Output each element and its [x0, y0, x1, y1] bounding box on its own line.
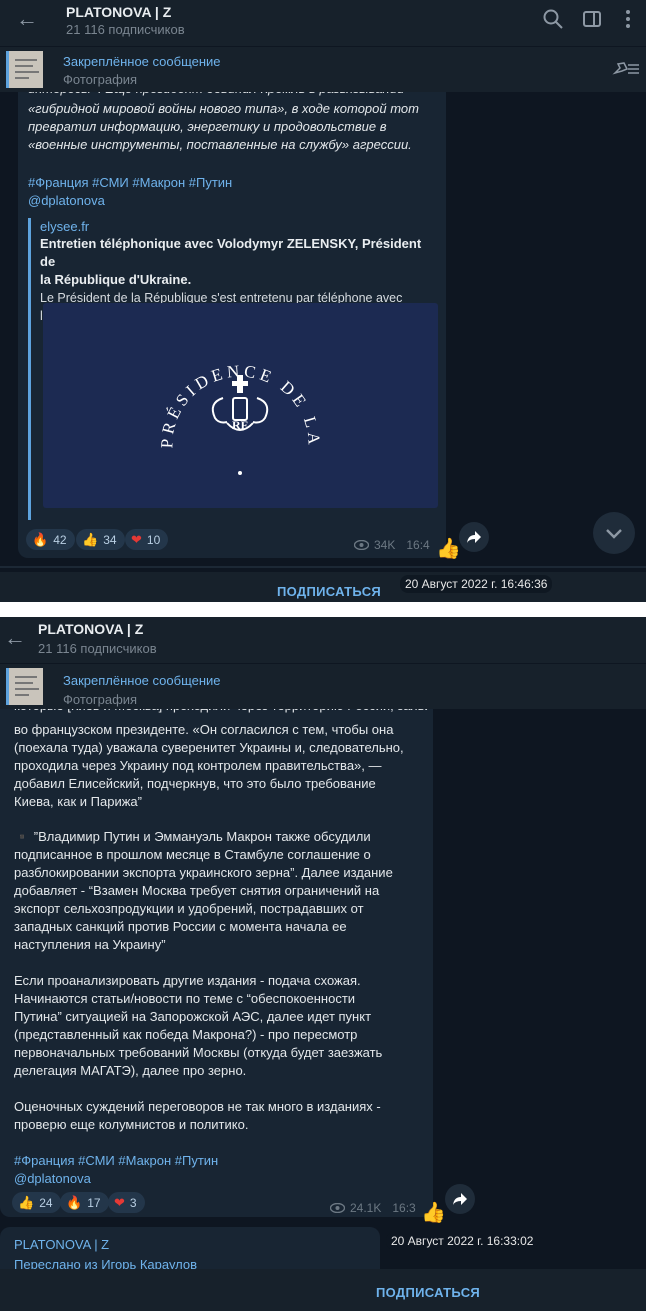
more-options-icon[interactable] [617, 8, 639, 30]
message-paragraph-2: ▪️ ”Владимир Путин и Эммануэль Макрон та… [14, 829, 393, 952]
date-tooltip: 20 Август 2022 г. 16:46:36 [400, 575, 553, 593]
reaction-heart[interactable]: ❤ 10 [125, 529, 169, 550]
presidence-seal-logo: PRÉSIDENCE DE LA RÉPUBLIQUE RF [43, 303, 324, 475]
message-paragraph-3: Если проанализировать другие издания - п… [14, 973, 383, 1078]
reaction-count: 24 [39, 1195, 53, 1210]
message-time: 16:4 [406, 538, 430, 552]
subscriber-count: 21 116 подписчиков [38, 641, 157, 656]
heart-emoji: ❤ [114, 1195, 125, 1210]
reaction-count: 34 [103, 532, 117, 547]
fire-emoji: 🔥 [66, 1195, 83, 1210]
channel-title[interactable]: PLATONOVA | Z [66, 4, 171, 20]
pinned-subtitle: Фотография [63, 692, 138, 707]
link-preview[interactable]: elysee.fr Entretien téléphonique avec Vo… [28, 218, 438, 520]
pinned-message-bar[interactable]: Закреплённое сообщение Фотография [0, 46, 646, 92]
reaction-thumbs-up[interactable]: 👍 24 [12, 1192, 61, 1213]
message-italic-text: «гибридной мировой войны нового типа», в… [28, 101, 419, 152]
preview-image[interactable]: PRÉSIDENCE DE LA RÉPUBLIQUE RF [43, 303, 438, 508]
next-message-author[interactable]: PLATONOVA | Z [14, 1236, 109, 1254]
message-meta: 34K 16:4 [354, 538, 430, 552]
reaction-count: 42 [53, 532, 67, 547]
pinned-thumbnail [6, 668, 43, 705]
svg-text:RF: RF [232, 418, 248, 432]
pinned-title: Закреплённое сообщение [63, 54, 221, 69]
message-paragraph-4: Оценочных суждений переговоров не так мн… [14, 1099, 381, 1132]
pinned-title: Закреплённое сообщение [63, 673, 221, 688]
back-arrow-icon[interactable]: ← [4, 625, 26, 651]
thumbs-up-sticker-icon[interactable]: 👍 [421, 1200, 446, 1225]
subscribe-button[interactable]: ПОДПИСАТЬСЯ [277, 584, 381, 599]
next-message-bubble: PLATONOVA | Z Переслано из Игорь Карауло… [0, 1227, 380, 1275]
eye-icon [330, 1203, 345, 1213]
forward-arrow-icon [467, 531, 481, 543]
hashtags[interactable]: #Франция #СМИ #Макрон #Путин [14, 1152, 218, 1170]
pinned-message-bar[interactable]: Закреплённое сообщение Фотография [0, 663, 646, 709]
reaction-count: 17 [87, 1195, 101, 1210]
share-button[interactable] [445, 1184, 475, 1214]
fire-emoji: 🔥 [32, 532, 49, 547]
pinned-subtitle: Фотография [63, 72, 138, 87]
hashtags[interactable]: #Франция #СМИ #Макрон #Путин [28, 174, 232, 192]
unpin-list-icon[interactable] [612, 59, 640, 79]
message-paragraph-1: во французском президенте. «Он согласилс… [14, 722, 404, 809]
reaction-count: 3 [129, 1195, 137, 1210]
thumbs-up-sticker-icon[interactable]: 👍 [436, 536, 461, 561]
chat-header: ← PLATONOVA | Z 21 116 подписчиков [0, 0, 646, 46]
reaction-fire[interactable]: 🔥 42 [26, 529, 75, 550]
chat-header: ← PLATONOVA | Z 21 116 подписчиков [0, 617, 646, 663]
svg-text:PRÉSIDENCE DE LA RÉPUBLIQUE: PRÉSIDENCE DE LA RÉPUBLIQUE [43, 303, 324, 458]
mention-link[interactable]: @dplatonova [28, 192, 105, 210]
chat-window-1: интересы». Еще президент обвинил Кремль … [0, 0, 646, 602]
thumbs-up-emoji: 👍 [18, 1195, 35, 1210]
reaction-heart[interactable]: ❤ 3 [108, 1192, 145, 1213]
mention-link[interactable]: @dplatonova [14, 1170, 91, 1188]
search-icon[interactable] [542, 8, 564, 30]
pinned-thumbnail [6, 51, 43, 88]
preview-title: Entretien téléphonique avec Volodymyr ZE… [40, 236, 422, 287]
sidebar-toggle-icon[interactable] [581, 8, 603, 30]
preview-site[interactable]: elysee.fr [40, 218, 438, 235]
message-bubble: которые [Киев и Москва] проходили через … [0, 693, 433, 1217]
subscriber-count: 21 116 подписчиков [66, 22, 185, 37]
scroll-down-button[interactable] [593, 512, 635, 554]
back-arrow-icon[interactable]: ← [16, 6, 38, 32]
forwarded-from-label[interactable]: Переслано из Игорь Караулов [14, 1256, 197, 1270]
subscribe-button[interactable]: ПОДПИСАТЬСЯ [376, 1285, 480, 1300]
subscribe-bar[interactable]: ПОДПИСАТЬСЯ [0, 1269, 646, 1311]
chat-window-2: которые [Киев и Москва] проходили через … [0, 617, 646, 1311]
heart-emoji: ❤ [131, 532, 142, 547]
forward-arrow-icon [453, 1193, 467, 1205]
message-meta: 24.1K 16:3 [330, 1201, 416, 1215]
reaction-count: 10 [146, 532, 161, 547]
chevron-down-icon [606, 529, 622, 539]
thumbs-up-emoji: 👍 [82, 532, 99, 547]
views-count: 34K [374, 538, 396, 552]
share-button[interactable] [459, 522, 489, 552]
channel-title[interactable]: PLATONOVA | Z [38, 621, 143, 637]
reaction-fire[interactable]: 🔥 17 [60, 1192, 109, 1213]
date-tooltip: 20 Август 2022 г. 16:33:02 [386, 1232, 539, 1250]
reaction-thumbs-up[interactable]: 👍 34 [76, 529, 125, 550]
message-bubble: интересы». Еще президент обвинил Кремль … [18, 70, 446, 558]
views-count: 24.1K [350, 1201, 382, 1215]
eye-icon [354, 540, 369, 550]
message-time: 16:3 [392, 1201, 416, 1215]
